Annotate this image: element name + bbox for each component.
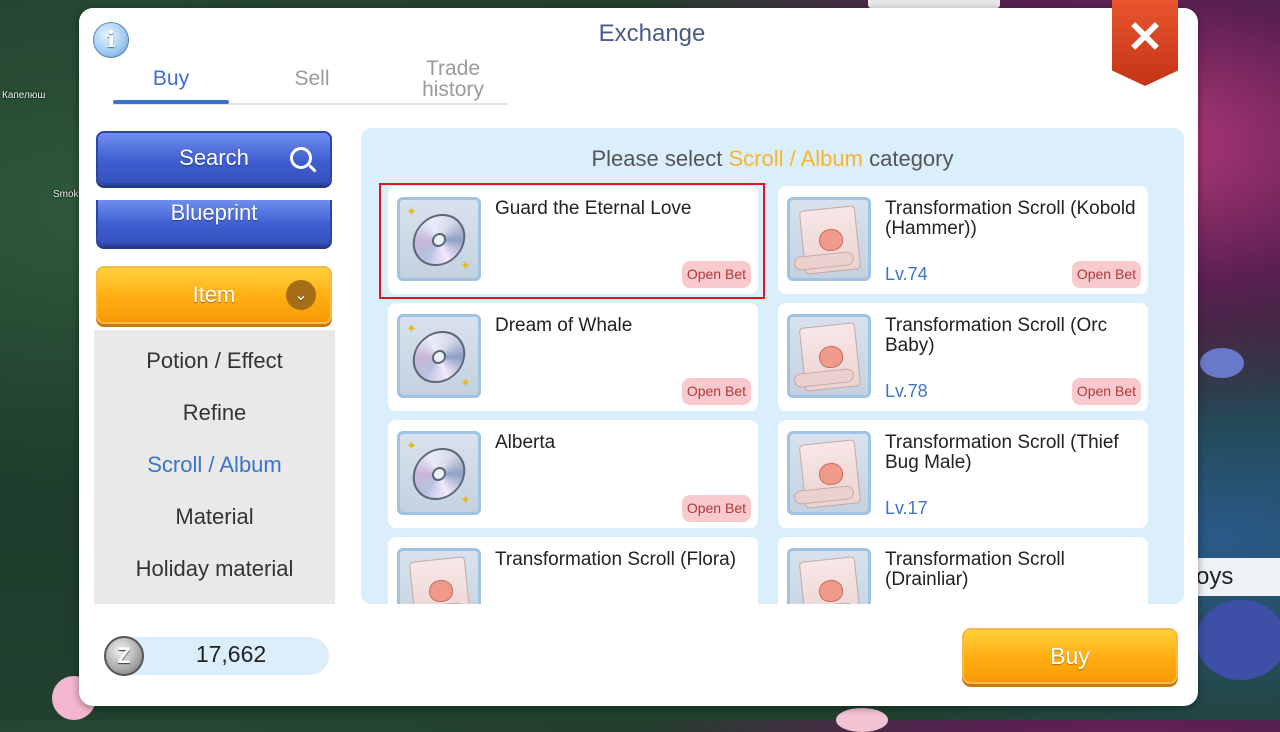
category-blueprint-label: Blueprint — [170, 200, 258, 225]
scroll-icon — [787, 548, 871, 604]
world-sign-top — [868, 0, 1000, 8]
open-bet-badge: Open Bet — [681, 378, 751, 405]
tab-trade-history[interactable]: Trade history — [398, 58, 508, 100]
open-bet-badge: Open Bet — [1071, 378, 1141, 405]
disc-icon: ✦ ✦ — [397, 431, 481, 515]
item-name: Transformation Scroll (Thief Bug Male) — [885, 432, 1119, 473]
disc-icon: ✦ ✦ — [397, 314, 481, 398]
item-name: Transformation Scroll (Orc Baby) — [885, 315, 1108, 356]
info-icon[interactable]: i — [93, 22, 129, 58]
scroll-icon — [397, 548, 481, 604]
tab-sell[interactable]: Sell — [254, 68, 370, 89]
subcategory-material[interactable]: Material — [94, 504, 335, 530]
world-decoration — [1196, 600, 1280, 680]
item-level: Lv.17 — [885, 498, 928, 518]
category-prompt: Please select Scroll / Album category — [591, 146, 954, 171]
item-name: Alberta — [495, 432, 556, 453]
world-decoration — [1200, 348, 1244, 378]
category-item-label: Item — [192, 282, 236, 307]
close-button[interactable]: ✕ — [1112, 0, 1178, 86]
item-name: Transformation Scroll (Flora) — [495, 549, 737, 570]
item-card[interactable]: ✦ ✦ Dream of Whale Open Bet — [388, 303, 758, 411]
search-icon — [290, 147, 312, 169]
buy-button[interactable]: Buy — [962, 628, 1178, 684]
scroll-icon — [787, 314, 871, 398]
item-level: Lv.78 — [885, 381, 928, 401]
item-card[interactable]: ✦ ✦ Alberta Open Bet — [388, 420, 758, 528]
item-name: Transformation Scroll (Kobold (Hammer)) — [885, 198, 1136, 239]
subcategory-refine[interactable]: Refine — [94, 400, 335, 426]
item-card[interactable]: Transformation Scroll (Kobold (Hammer)) … — [778, 186, 1148, 294]
item-card[interactable]: Transformation Scroll (Orc Baby) Lv.78 O… — [778, 303, 1148, 411]
item-card[interactable]: Transformation Scroll (Flora) — [388, 537, 758, 604]
open-bet-badge: Open Bet — [1071, 261, 1141, 288]
world-label-1: Капелюш — [2, 90, 46, 101]
item-name: Dream of Whale — [495, 315, 633, 336]
item-card[interactable]: Transformation Scroll (Thief Bug Male) L… — [778, 420, 1148, 528]
item-level: Lv.74 — [885, 264, 928, 284]
category-blueprint-button[interactable]: Blueprint — [96, 200, 332, 246]
chevron-down-icon: ⌄ — [286, 280, 316, 310]
item-card[interactable]: Transformation Scroll (Drainliar) — [778, 537, 1148, 604]
tab-buy[interactable]: Buy — [113, 68, 229, 89]
item-name: Transformation Scroll (Drainliar) — [885, 549, 1065, 590]
close-icon: ✕ — [1126, 12, 1164, 62]
scroll-icon — [787, 197, 871, 281]
world-decoration — [836, 708, 888, 732]
open-bet-badge: Open Bet — [681, 495, 751, 522]
subcategory-scroll-album[interactable]: Scroll / Album — [94, 452, 335, 478]
search-button-label: Search — [179, 145, 249, 170]
category-prompt-highlight: Scroll / Album — [728, 146, 863, 171]
currency-amount: 17,662 — [195, 641, 267, 667]
window-title: Exchange — [598, 20, 706, 47]
search-button[interactable]: Search — [96, 131, 332, 185]
scroll-icon — [787, 431, 871, 515]
tab-active-indicator — [113, 100, 229, 104]
subcategory-holiday-material[interactable]: Holiday material — [94, 556, 335, 582]
category-item-button[interactable]: Item ⌄ — [96, 266, 332, 324]
selected-item-highlight — [379, 183, 765, 299]
world-label-2: Smok — [53, 189, 79, 200]
subcategory-potion-effect[interactable]: Potion / Effect — [94, 348, 335, 374]
buy-button-label: Buy — [1050, 642, 1090, 669]
zeny-icon: Z — [104, 636, 144, 676]
